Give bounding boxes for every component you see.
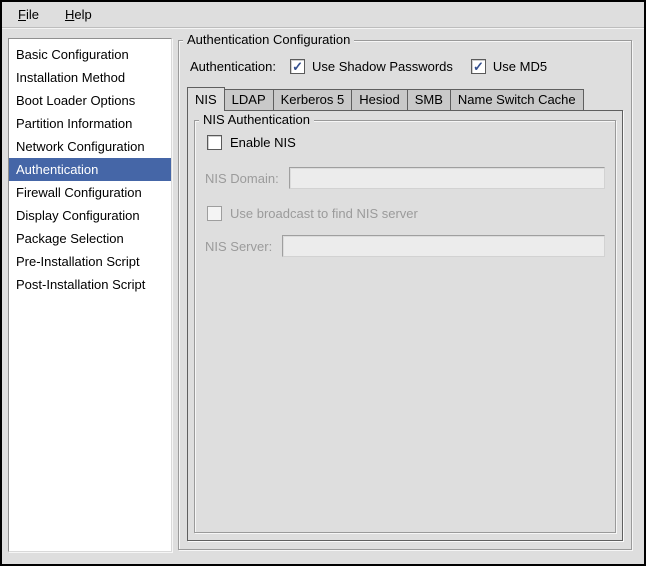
tab-bar: NIS LDAP Kerberos 5 Hesiod SMB Name Swit…	[187, 87, 623, 110]
checkbox-label: Use broadcast to find NIS server	[230, 206, 418, 221]
tab-ldap[interactable]: LDAP	[224, 89, 274, 110]
checkbox-label: Enable NIS	[230, 135, 296, 150]
sidebar-item-post-installation-script[interactable]: Post-Installation Script	[9, 273, 171, 296]
nis-domain-label: NIS Domain:	[205, 171, 279, 186]
checkbox-label: Use MD5	[493, 59, 547, 74]
enable-nis-checkbox[interactable]: Enable NIS	[207, 135, 605, 150]
tab-name-switch-cache[interactable]: Name Switch Cache	[450, 89, 584, 110]
authentication-options-row: Authentication: Use Shadow Passwords Use…	[190, 54, 623, 78]
nis-domain-input[interactable]	[289, 167, 605, 189]
nis-auth-frame-title: NIS Authentication	[199, 112, 314, 127]
auth-config-frame-title: Authentication Configuration	[183, 32, 354, 47]
sidebar-item-pre-installation-script[interactable]: Pre-Installation Script	[9, 250, 171, 273]
checkbox-checked-icon	[471, 59, 486, 74]
broadcast-checkbox[interactable]: Use broadcast to find NIS server	[207, 206, 605, 221]
checkbox-label: Use Shadow Passwords	[312, 59, 453, 74]
sidebar-item-network-configuration[interactable]: Network Configuration	[9, 135, 171, 158]
nis-server-input[interactable]	[282, 235, 605, 257]
menubar: File Help	[2, 2, 644, 28]
tab-nis[interactable]: NIS	[187, 87, 225, 111]
sidebar-item-boot-loader-options[interactable]: Boot Loader Options	[9, 89, 171, 112]
nis-server-label: NIS Server:	[205, 239, 272, 254]
sidebar-item-package-selection[interactable]: Package Selection	[9, 227, 171, 250]
menu-item-help[interactable]: Help	[59, 5, 98, 24]
shadow-passwords-checkbox[interactable]: Use Shadow Passwords	[290, 59, 453, 74]
tab-hesiod[interactable]: Hesiod	[351, 89, 407, 110]
menu-item-file[interactable]: File	[12, 5, 45, 24]
tab-smb[interactable]: SMB	[407, 89, 451, 110]
checkbox-checked-icon	[290, 59, 305, 74]
tab-kerberos-5[interactable]: Kerberos 5	[273, 89, 353, 110]
checkbox-unchecked-icon	[207, 135, 222, 150]
sidebar-item-basic-configuration[interactable]: Basic Configuration	[9, 43, 171, 66]
nis-auth-frame: NIS Authentication Enable NIS NIS Domain…	[194, 120, 616, 533]
nis-server-row: NIS Server:	[205, 235, 605, 257]
notebook-page-nis: NIS Authentication Enable NIS NIS Domain…	[187, 110, 623, 541]
sidebar-item-installation-method[interactable]: Installation Method	[9, 66, 171, 89]
auth-notebook: NIS LDAP Kerberos 5 Hesiod SMB Name Swit…	[187, 87, 623, 541]
checkbox-unchecked-icon	[207, 206, 222, 221]
md5-checkbox[interactable]: Use MD5	[471, 59, 547, 74]
app-window: File Help Basic Configuration Installati…	[0, 0, 646, 566]
sidebar-item-display-configuration[interactable]: Display Configuration	[9, 204, 171, 227]
auth-config-frame: Authentication Configuration Authenticat…	[178, 40, 632, 550]
sidebar-item-partition-information[interactable]: Partition Information	[9, 112, 171, 135]
sidebar-item-firewall-configuration[interactable]: Firewall Configuration	[9, 181, 171, 204]
nis-domain-row: NIS Domain:	[205, 167, 605, 189]
sidebar-item-authentication[interactable]: Authentication	[9, 158, 171, 181]
config-category-list: Basic Configuration Installation Method …	[8, 38, 172, 552]
authentication-label: Authentication:	[190, 59, 276, 74]
